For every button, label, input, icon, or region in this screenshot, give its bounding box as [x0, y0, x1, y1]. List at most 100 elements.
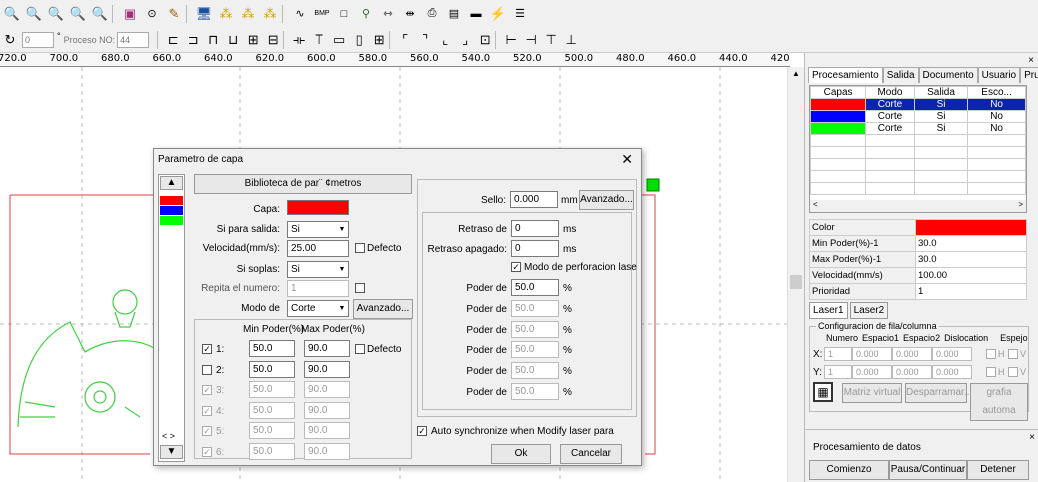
auto-sync-checkbox[interactable]: ✓ [417, 426, 427, 436]
zoom-icon[interactable]: 🔍 [2, 4, 22, 24]
si-salida-select[interactable]: Si [287, 221, 349, 238]
poder-input[interactable]: 50.0 [511, 299, 559, 317]
power-defecto-checkbox[interactable] [355, 344, 365, 354]
align-left-icon[interactable]: ⊏ [163, 30, 183, 50]
bmp-icon[interactable]: BMP [312, 4, 332, 24]
book-icon[interactable]: ▤ [444, 4, 464, 24]
monitor-icon[interactable]: 🖥 [194, 4, 214, 24]
repita-input[interactable]: 1 [287, 280, 349, 297]
property-value[interactable]: 30.0 [915, 251, 1027, 268]
avanzado-sello-button[interactable]: Avanzado... [579, 190, 634, 210]
poder-input[interactable]: 50.0 [511, 279, 559, 296]
same-size-icon[interactable]: ▭ [329, 30, 349, 50]
sello-input[interactable]: 0.000 [510, 191, 558, 208]
power-min-input[interactable]: 50.0 [249, 381, 295, 398]
laser-beam-icon[interactable]: ⚡ [488, 4, 508, 24]
layer-hscrollbar[interactable]: < > [810, 200, 1026, 212]
corner-bottomleft-icon[interactable]: ⌞ [435, 30, 455, 50]
desparramar-button[interactable]: Desparramar... [905, 383, 972, 403]
zoom-fit-icon[interactable]: 🔍 [90, 4, 110, 24]
print-icon[interactable]: ⎙ [422, 4, 442, 24]
distribute-bottom-icon[interactable]: ⊥ [561, 30, 581, 50]
tab-procesamiento[interactable]: Procesamiento [808, 67, 883, 83]
power-row-checkbox[interactable] [202, 364, 212, 375]
array-copy-icon[interactable]: ⁂ [238, 4, 258, 24]
tab-laser2[interactable]: Laser2 [849, 302, 889, 319]
comienzo-button[interactable]: Comienzo [809, 460, 889, 480]
align-top-icon[interactable]: ⊓ [203, 30, 223, 50]
property-value[interactable]: 1 [915, 283, 1027, 300]
tree-icon[interactable]: ⚲ [356, 4, 376, 24]
distribute-left-icon[interactable]: ⊢ [501, 30, 521, 50]
node-edit-icon[interactable]: ⊙ [142, 4, 162, 24]
power-min-input[interactable]: 50.0 [249, 360, 295, 378]
grid-field[interactable]: 0.000 [852, 365, 892, 379]
measure-icon[interactable]: ⇿ [378, 4, 398, 24]
power-row-checkbox[interactable]: ✓ [202, 344, 212, 354]
scroll-thumb[interactable] [790, 275, 802, 289]
mirror-checkbox[interactable] [1008, 367, 1018, 377]
grid-field[interactable]: 0.000 [932, 347, 972, 361]
tab-laser1[interactable]: Laser1 [809, 302, 848, 319]
align-vcenter-icon[interactable]: ⊟ [263, 30, 283, 50]
col-escoger[interactable]: Esco... [967, 86, 1026, 99]
velocidad-input[interactable]: 25.00 [287, 240, 349, 257]
distribute-top-icon[interactable]: ⊤ [541, 30, 561, 50]
dialog-layer-swatch[interactable] [160, 196, 183, 205]
avanzado-button[interactable]: Avanzado... [353, 299, 413, 319]
power-row-checkbox[interactable]: ✓ [202, 426, 212, 436]
pen-icon[interactable]: ✎ [164, 4, 184, 24]
layer-up-icon[interactable]: ▲ [160, 176, 183, 190]
grid-icon[interactable]: ⊞ [369, 30, 389, 50]
dialog-layer-swatch[interactable] [160, 206, 183, 215]
pausa-button[interactable]: Pausa/Continuar [889, 460, 967, 480]
velocidad-defecto-checkbox[interactable] [355, 243, 365, 253]
corner-topright-icon[interactable]: ⌝ [415, 30, 435, 50]
matrix-icon[interactable]: ▦ [813, 382, 833, 402]
grafia-button[interactable]: grafia automa [970, 383, 1028, 421]
layer-row[interactable]: Corte Si No [809, 98, 1026, 111]
same-width-icon[interactable]: ⟛ [289, 30, 309, 50]
perforacion-checkbox[interactable]: ✓ [511, 262, 521, 272]
align-right-icon[interactable]: ⊐ [183, 30, 203, 50]
col-modo[interactable]: Modo [865, 86, 915, 99]
power-min-input[interactable]: 50.0 [249, 422, 295, 439]
matriz-virtual-button[interactable]: Matriz virtual [842, 383, 902, 403]
layer-down-icon[interactable]: ▼ [160, 445, 183, 459]
power-min-input[interactable]: 50.0 [249, 401, 295, 419]
retraso-de-input[interactable]: 0 [511, 220, 559, 237]
tab-salida[interactable]: Salida [882, 67, 919, 83]
corner-topleft-icon[interactable]: ⌜ [395, 30, 415, 50]
datos-close-icon[interactable]: × [1029, 432, 1035, 443]
zoom-out-icon[interactable]: 🔍 [68, 4, 88, 24]
hspace-icon[interactable]: ▯ [349, 30, 369, 50]
repita-checkbox[interactable] [355, 283, 365, 293]
power-max-input[interactable]: 90.0 [304, 360, 350, 378]
dialog-close-icon[interactable]: ✕ [621, 151, 633, 168]
power-min-input[interactable]: 50.0 [249, 340, 295, 357]
power-max-input[interactable]: 90.0 [304, 340, 350, 357]
flip-icon[interactable]: ⇹ [400, 4, 420, 24]
curve-icon[interactable]: ∿ [290, 4, 310, 24]
power-min-input[interactable]: 50.0 [249, 442, 295, 460]
poder-input[interactable]: 50.0 [511, 320, 559, 338]
power-row-checkbox[interactable]: ✓ [202, 405, 212, 416]
square-icon[interactable]: □ [334, 4, 354, 24]
power-row-checkbox[interactable]: ✓ [202, 446, 212, 457]
layer-row[interactable]: Corte Si No [809, 110, 1026, 123]
list-icon[interactable]: ☰ [510, 4, 530, 24]
scroll-up-icon[interactable]: ▲ [791, 69, 801, 78]
grid-field[interactable]: 0.000 [932, 365, 972, 379]
grid-field[interactable]: 0.000 [892, 347, 932, 361]
layer-list[interactable]: Capas Modo Salida Esco... Corte Si No Corte… [809, 85, 1027, 213]
grid-field[interactable]: 1 [824, 347, 852, 361]
soplas-select[interactable]: Si [287, 261, 349, 278]
proceso-input[interactable]: 44 [117, 31, 150, 48]
grid-field[interactable]: 0.000 [852, 347, 892, 361]
align-bottom-icon[interactable]: ⊔ [223, 30, 243, 50]
tab-pru[interactable]: Pru [1020, 67, 1038, 83]
poder-input[interactable]: 50.0 [511, 383, 559, 400]
ok-button[interactable]: Ok [491, 444, 551, 464]
biblioteca-button[interactable]: Biblioteca de par¨ ¢metros [194, 174, 412, 194]
power-max-input[interactable]: 90.0 [304, 422, 350, 439]
